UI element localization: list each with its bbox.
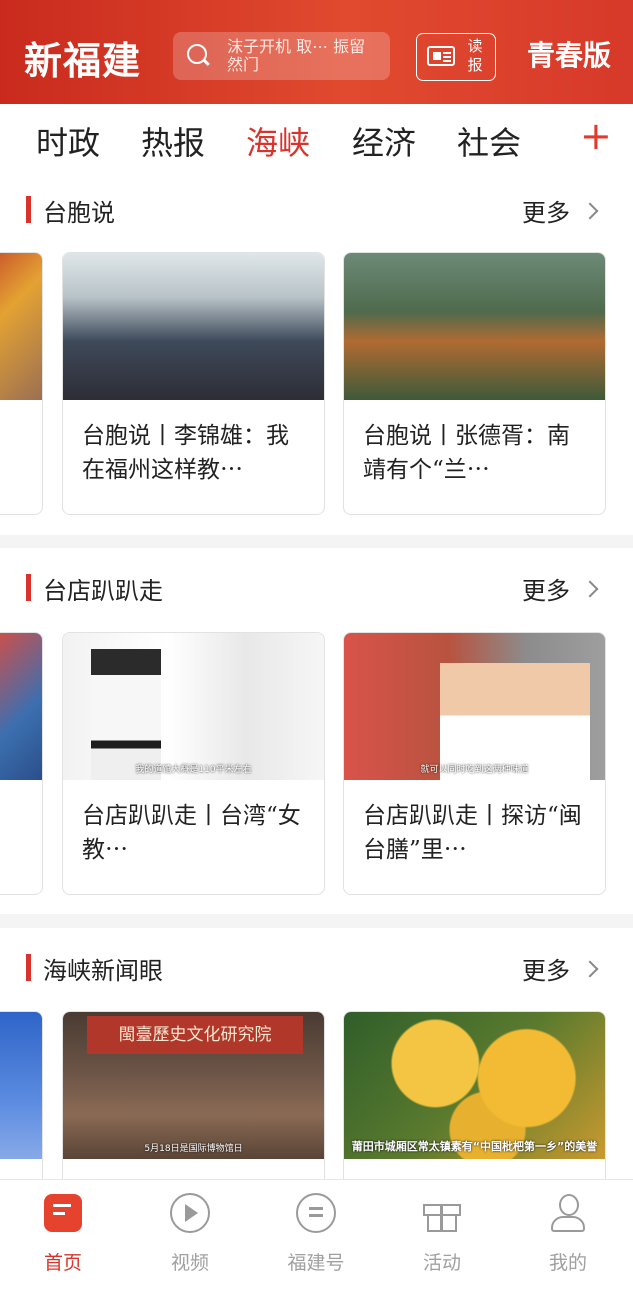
chevron-right-icon[interactable] [581, 580, 599, 598]
play-icon [169, 1192, 211, 1234]
search-icon [187, 44, 207, 64]
news-card[interactable]: 莆田市城厢区常太镇素有“中国枇杷第一乡”的美誉 [343, 1011, 606, 1179]
tab-society[interactable]: 社会 [457, 118, 521, 164]
tab-politics[interactable]: 时政 [36, 118, 100, 164]
museum-sign: 閩臺歷史文化研究院 [87, 1016, 303, 1054]
section-title: 台胞说 [43, 199, 115, 227]
chevron-right-icon[interactable] [581, 960, 599, 978]
section-marker [26, 574, 31, 601]
video-caption: 就可以同时吃到这两种味道 [420, 765, 529, 775]
search-placeholder: 沫子开机 取⋯ 振留然门 [227, 38, 366, 74]
news-title: 台胞说丨张德胥：南靖有个“兰⋯ [363, 423, 570, 483]
tabbar-mine[interactable]: 我的 [528, 1192, 608, 1275]
news-title: 台店趴趴走丨探访“闽台膳”里⋯ [363, 803, 582, 863]
read-paper-label: 读报 [467, 37, 483, 74]
news-card-partial[interactable] [0, 1011, 43, 1179]
tabbar-label: 活动 [422, 1252, 461, 1274]
news-card[interactable]: 閩臺歷史文化研究院 5月18日是国际博物馆日 [62, 1011, 325, 1179]
news-title: 台胞说丨李锦雄：我在福州这样教⋯ [82, 423, 289, 483]
tabbar-video[interactable]: 视频 [150, 1192, 230, 1275]
news-card[interactable]: 台胞说丨李锦雄：我在福州这样教⋯ [62, 252, 325, 515]
app-logo[interactable]: 新福建 [24, 30, 141, 85]
add-channel-icon[interactable]: + [580, 116, 612, 156]
tabbar-label: 首页 [43, 1252, 82, 1274]
news-thumbnail [63, 253, 324, 400]
read-paper-button[interactable]: 读报 [416, 33, 496, 81]
news-thumbnail: 我的道馆大概是110平米左右 [63, 633, 324, 780]
tabbar-home[interactable]: 首页 [23, 1192, 103, 1275]
bottom-tab-bar: 首页 视频 福建号 活动 我的 [0, 1179, 633, 1295]
section-haixia-news: 海峡新闻眼 更多 閩臺歷史文化研究院 5月18日是国际博物馆日 莆田市城厢区常太… [0, 928, 633, 1179]
more-link[interactable]: 更多 [522, 571, 570, 606]
video-caption: 我的道馆大概是110平米左右 [135, 765, 252, 775]
channel-tabs: 时政 热报 海峡 经济 社会 + [0, 104, 633, 178]
chevron-right-icon[interactable] [581, 202, 599, 220]
section-taibaoshuo: 台胞说 更多 台胞说丨李锦雄：我在福州这样教⋯ 台胞说丨张德胥：南靖有个“兰⋯ [0, 178, 633, 535]
app-header: 新福建 沫子开机 取⋯ 振留然门 读报 青春版 [0, 0, 633, 104]
news-thumbnail [344, 253, 605, 400]
more-link[interactable]: 更多 [522, 951, 570, 986]
news-thumbnail [0, 253, 42, 400]
user-icon [547, 1192, 589, 1234]
section-taidian: 台店趴趴走 更多 我的道馆大概是110平米左右 台店趴趴走丨台湾“女教⋯ 就可以… [0, 548, 633, 914]
news-thumbnail [0, 1012, 42, 1159]
news-thumbnail: 就可以同时吃到这两种味道 [344, 633, 605, 780]
tabbar-activities[interactable]: 活动 [402, 1192, 482, 1275]
chat-icon [295, 1192, 337, 1234]
gift-icon [421, 1192, 463, 1234]
more-link[interactable]: 更多 [522, 193, 570, 228]
section-title: 海峡新闻眼 [43, 957, 163, 985]
news-title: 台店趴趴走丨台湾“女教⋯ [82, 803, 301, 863]
news-thumbnail [0, 633, 42, 780]
youth-edition-button[interactable]: 青春版 [527, 34, 611, 74]
news-card-partial[interactable] [0, 252, 43, 515]
section-title: 台店趴趴走 [43, 577, 163, 605]
tabbar-fujian-hao[interactable]: 福建号 [276, 1192, 356, 1275]
tab-hot[interactable]: 热报 [141, 118, 205, 164]
news-card[interactable]: 台胞说丨张德胥：南靖有个“兰⋯ [343, 252, 606, 515]
section-marker [26, 196, 31, 223]
newspaper-icon [427, 46, 455, 66]
search-bar[interactable]: 沫子开机 取⋯ 振留然门 [173, 32, 390, 80]
tab-economy[interactable]: 经济 [352, 118, 416, 164]
video-caption: 莆田市城厢区常太镇素有“中国枇杷第一乡”的美誉 [351, 1140, 598, 1153]
tabbar-label: 视频 [170, 1252, 209, 1274]
video-caption: 5月18日是国际博物馆日 [144, 1144, 243, 1154]
news-card[interactable]: 就可以同时吃到这两种味道 台店趴趴走丨探访“闽台膳”里⋯ [343, 632, 606, 895]
news-card-partial[interactable] [0, 632, 43, 895]
tabbar-label: 我的 [548, 1252, 587, 1274]
news-thumbnail: 閩臺歷史文化研究院 5月18日是国际博物馆日 [63, 1012, 324, 1159]
tab-strait[interactable]: 海峡 [246, 118, 310, 164]
section-marker [26, 954, 31, 981]
news-thumbnail: 莆田市城厢区常太镇素有“中国枇杷第一乡”的美誉 [344, 1012, 605, 1159]
home-icon [42, 1192, 84, 1234]
tabbar-label: 福建号 [287, 1252, 345, 1274]
news-card[interactable]: 我的道馆大概是110平米左右 台店趴趴走丨台湾“女教⋯ [62, 632, 325, 895]
